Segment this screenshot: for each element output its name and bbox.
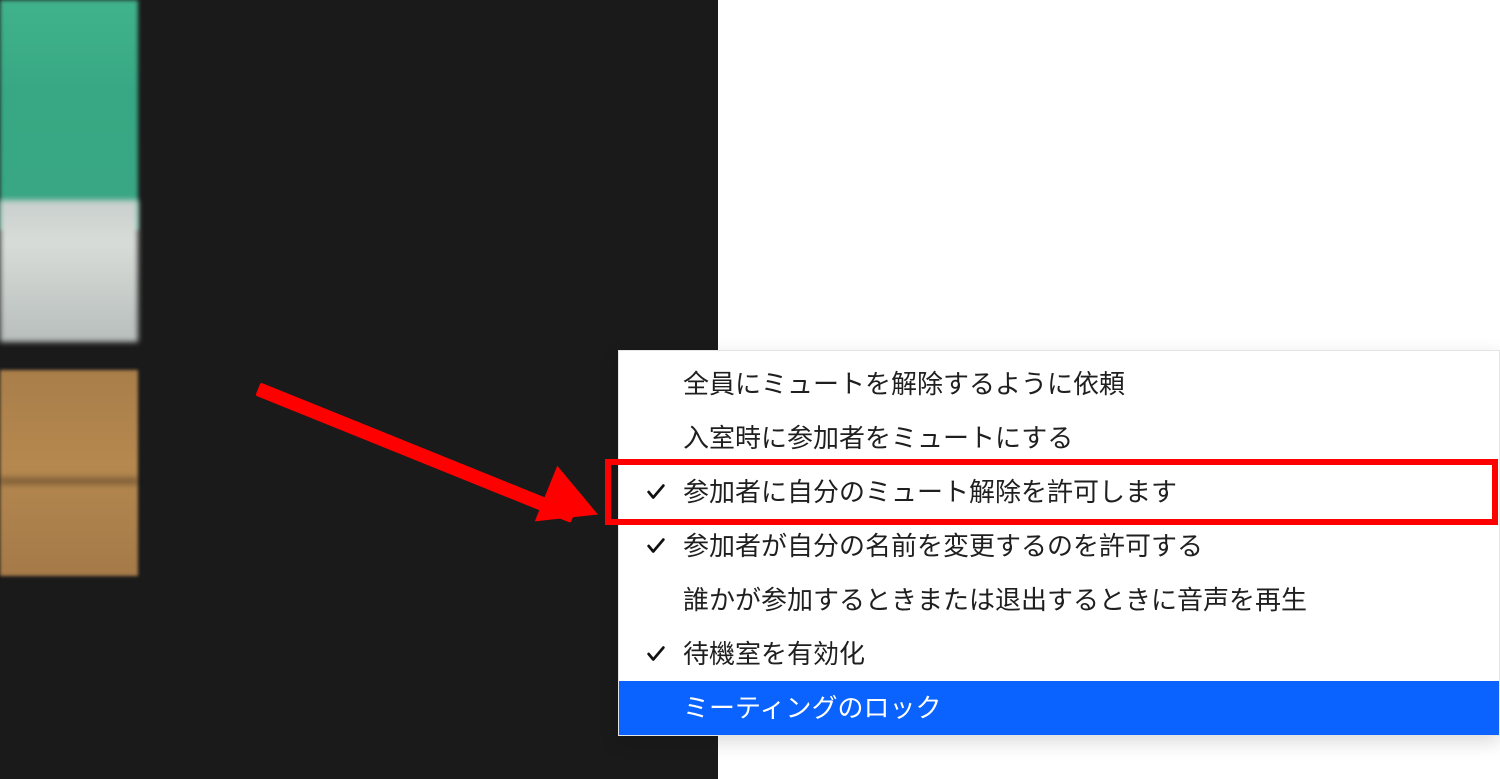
menu-item-label: 待機室を有効化 — [683, 636, 1489, 672]
menu-item-label: ミーティングのロック — [683, 690, 1489, 726]
participants-options-menu: 全員にミュートを解除するように依頼 入室時に参加者をミュートにする 参加者に自分… — [618, 350, 1500, 736]
video-background-sheet — [0, 200, 138, 342]
video-thumbnail — [0, 0, 138, 572]
menu-item-mute-on-entry[interactable]: 入室時に参加者をミュートにする — [619, 411, 1499, 465]
menu-item-label: 誰かが参加するときまたは退出するときに音声を再生 — [683, 582, 1489, 618]
check-icon — [629, 643, 683, 665]
menu-item-lock-meeting[interactable]: ミーティングのロック — [619, 681, 1499, 735]
menu-item-label: 全員にミュートを解除するように依頼 — [683, 366, 1489, 402]
menu-item-ask-all-unmute[interactable]: 全員にミュートを解除するように依頼 — [619, 357, 1499, 411]
menu-item-join-leave-sound[interactable]: 誰かが参加するときまたは退出するときに音声を再生 — [619, 573, 1499, 627]
menu-item-label: 参加者に自分のミュート解除を許可します — [683, 474, 1489, 510]
app-dark-area — [0, 0, 718, 779]
check-icon — [629, 535, 683, 557]
menu-item-enable-waiting-room[interactable]: 待機室を有効化 — [619, 627, 1499, 681]
video-background-green — [0, 0, 138, 230]
menu-item-label: 入室時に参加者をミュートにする — [683, 420, 1489, 456]
menu-item-allow-rename[interactable]: 参加者が自分の名前を変更するのを許可する — [619, 519, 1499, 573]
video-background-wood — [0, 370, 138, 576]
menu-item-label: 参加者が自分の名前を変更するのを許可する — [683, 528, 1489, 564]
check-icon — [629, 481, 683, 503]
menu-item-allow-unmute[interactable]: 参加者に自分のミュート解除を許可します — [619, 465, 1499, 519]
